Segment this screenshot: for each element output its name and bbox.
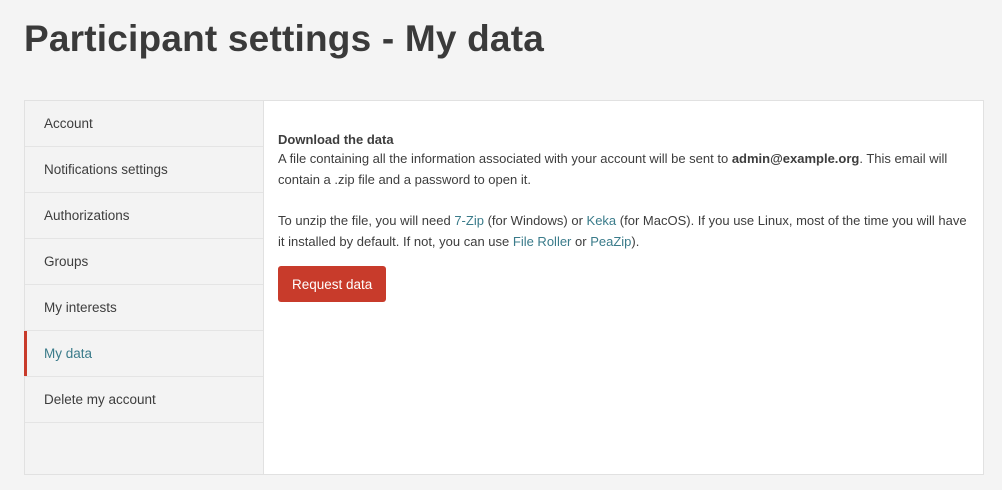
section-heading: Download the data: [278, 132, 394, 147]
sidebar-item-my-data[interactable]: My data: [24, 331, 263, 377]
settings-panel: Account Notifications settings Authoriza…: [24, 100, 984, 475]
unzip-text-2: (for Windows) or: [483, 213, 587, 228]
page-title: Participant settings - My data: [24, 18, 544, 59]
unzip-text-5: ).: [631, 234, 640, 249]
unzip-instructions: To unzip the file, you will need 7-Zip (…: [278, 210, 969, 252]
unzip-text-4: or: [571, 234, 591, 249]
account-email: admin@example.org: [731, 151, 860, 166]
page: Participant settings - My data Account N…: [0, 0, 1002, 490]
unzip-text-1: To unzip the file, you will need: [278, 213, 455, 228]
sidebar-item-delete-my-account[interactable]: Delete my account: [25, 377, 263, 423]
sidebar-item-my-interests[interactable]: My interests: [25, 285, 263, 331]
sidebar-item-notifications-settings[interactable]: Notifications settings: [25, 147, 263, 193]
sidebar-item-account[interactable]: Account: [25, 101, 263, 147]
request-data-button[interactable]: Request data: [278, 266, 387, 302]
file-roller-link[interactable]: File Roller: [513, 234, 572, 249]
sidebar-item-groups[interactable]: Groups: [25, 239, 263, 285]
peazip-link[interactable]: PeaZip: [590, 234, 631, 249]
sidebar-item-authorizations[interactable]: Authorizations: [25, 193, 263, 239]
description-text: A file containing all the information as…: [278, 151, 732, 166]
7zip-link[interactable]: 7-Zip: [454, 213, 484, 228]
settings-sidebar: Account Notifications settings Authoriza…: [24, 101, 264, 474]
keka-link[interactable]: Keka: [587, 213, 617, 228]
data-description: A file containing all the information as…: [278, 148, 969, 190]
my-data-content: Download the data A file containing all …: [264, 101, 983, 474]
